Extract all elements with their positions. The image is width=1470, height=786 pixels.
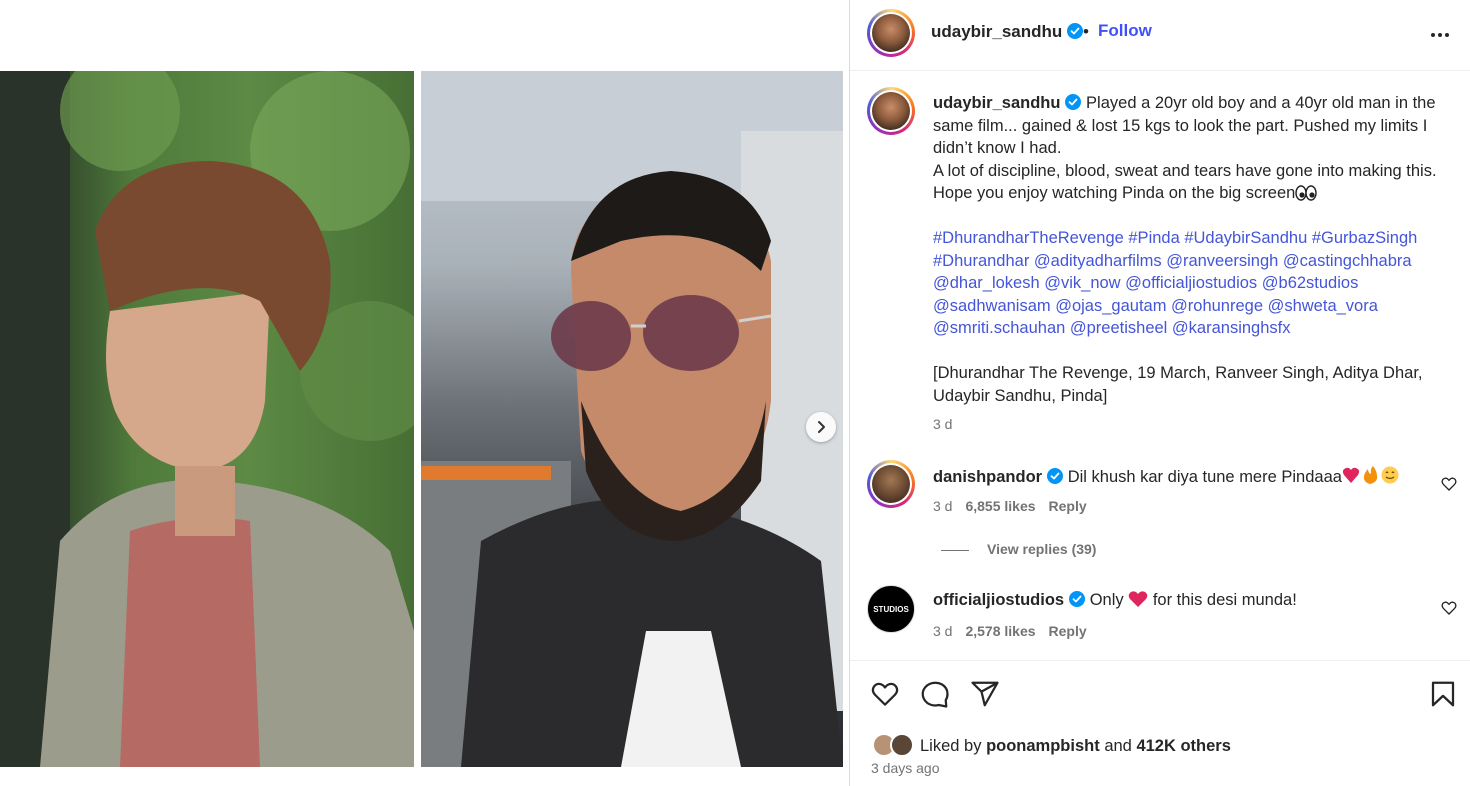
comment-username[interactable]: officialjiostudios (933, 591, 1064, 609)
view-replies-button[interactable]: View replies (39) (941, 541, 1096, 557)
author-username-link[interactable]: udaybir_sandhu (931, 22, 1084, 42)
caption-bracket-note: [Dhurandhar The Revenge, 19 March, Ranve… (933, 364, 1423, 405)
follow-button[interactable]: Follow (1098, 21, 1152, 41)
commenter-avatar[interactable]: STUDIOS (867, 585, 915, 633)
comment-heart-icon[interactable] (1441, 600, 1457, 616)
header-separator: • (1083, 22, 1089, 41)
comment-likes[interactable]: 6,855 likes (965, 498, 1035, 514)
eyes-emoji-icon (1295, 185, 1318, 201)
comment-time: 3 d (933, 498, 953, 514)
bookmark-icon[interactable] (1428, 679, 1458, 709)
photo-turban-art (0, 71, 414, 767)
comment-username[interactable]: danishpandor (933, 468, 1042, 486)
photo-sunglasses-art (421, 71, 843, 767)
photo-sunglasses-portrait (421, 71, 843, 767)
red-heart-emoji-icon (1128, 591, 1148, 607)
comment-body: Dil khush kar diya tune mere Pindaaa (1067, 468, 1342, 486)
heart-icon[interactable] (870, 679, 900, 709)
verified-badge-icon (1065, 94, 1082, 110)
post-media (0, 0, 849, 786)
verified-badge-icon (1067, 23, 1084, 39)
view-replies-label: View replies (39) (987, 541, 1097, 557)
post-side-panel: udaybir_sandhu • Follow udaybir_sandhu P… (849, 0, 1470, 786)
author-username: udaybir_sandhu (931, 22, 1063, 41)
share-icon[interactable] (970, 679, 1000, 709)
liked-by-avatars[interactable] (872, 733, 916, 757)
comment-text: officialjiostudios Only for this desi mu… (933, 590, 1297, 610)
caption-timestamp: 3 d (933, 416, 953, 432)
commenter-avatar[interactable] (867, 460, 915, 508)
jiostudios-logo-text: STUDIOS (873, 604, 909, 614)
comment-meta: 3 d 6,855 likes Reply (933, 498, 1100, 514)
comment-time: 3 d (933, 623, 953, 639)
comment-likes[interactable]: 2,578 likes (965, 623, 1035, 639)
caption-hashtags[interactable]: #DhurandharTheRevenge #Pinda #UdaybirSan… (933, 227, 1453, 340)
comment-icon[interactable] (920, 679, 950, 709)
author-avatar[interactable] (867, 9, 915, 57)
more-options-icon[interactable] (1428, 23, 1452, 47)
liked-by-summary: Liked by poonampbisht and 412K others (872, 733, 1231, 757)
heart-fire-smile-emoji-icon (1342, 466, 1399, 484)
verified-badge-icon (1069, 591, 1086, 607)
chevron-right-icon (818, 421, 825, 433)
post-timestamp[interactable]: 3 days ago (871, 760, 940, 776)
comment-reply-button[interactable]: Reply (1049, 498, 1087, 514)
comment-body-end: for this desi munda! (1152, 591, 1297, 609)
post-caption: udaybir_sandhu Played a 20yr old boy and… (933, 92, 1453, 407)
caption-author-avatar[interactable] (867, 87, 915, 135)
comment-heart-icon[interactable] (1441, 476, 1457, 492)
liked-by-prefix: Liked by (920, 737, 982, 755)
comment-text: danishpandor Dil khush kar diya tune mer… (933, 465, 1400, 487)
comment-meta: 3 d 2,578 likes Reply (933, 623, 1100, 639)
comment-reply-button[interactable]: Reply (1049, 623, 1087, 639)
liked-by-and: and (1104, 737, 1132, 755)
caption-username[interactable]: udaybir_sandhu (933, 94, 1060, 112)
next-photo-button[interactable] (806, 412, 836, 442)
view-replies-divider (941, 549, 969, 551)
post-header: udaybir_sandhu • Follow (850, 0, 1470, 71)
caption-line-2: A lot of discipline, blood, sweat and te… (933, 161, 1437, 203)
liked-by-user[interactable]: poonampbisht (986, 737, 1100, 755)
verified-badge-icon (1047, 468, 1064, 484)
comment-body-start: Only (1089, 591, 1124, 609)
likes-others-count[interactable]: 412K others (1136, 737, 1230, 755)
post-actions: Liked by poonampbisht and 412K others 3 … (850, 660, 1470, 786)
photo-turban-portrait (0, 71, 414, 767)
